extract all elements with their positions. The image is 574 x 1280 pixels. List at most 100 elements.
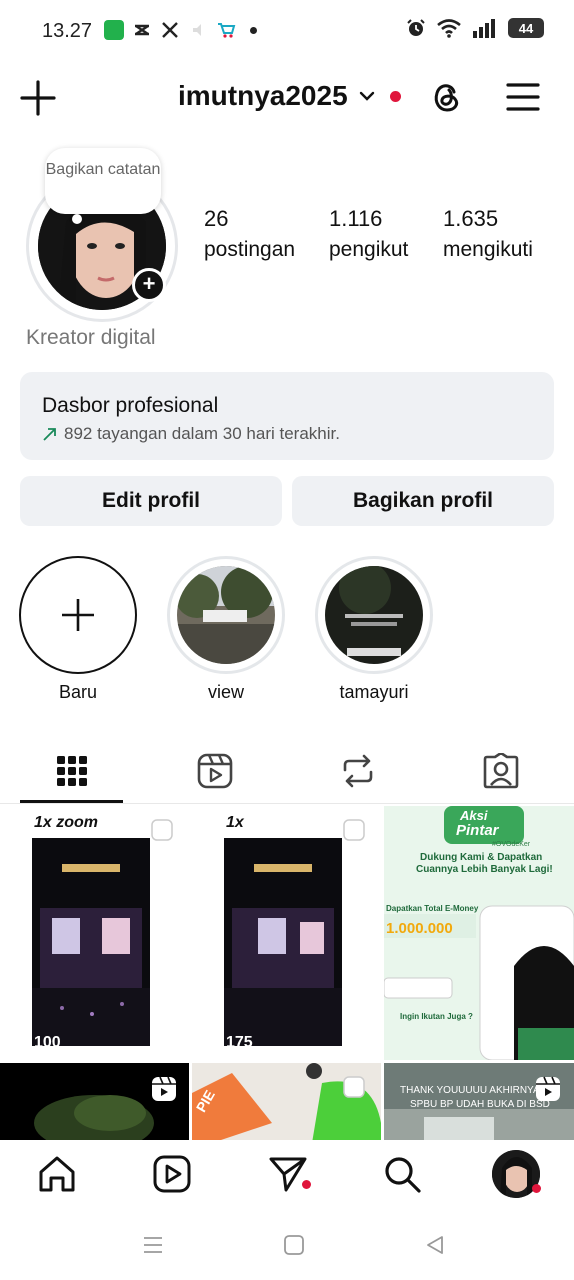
promo-prompt: Ingin Ikutan Juga ?	[400, 1012, 473, 1021]
battery-indicator: 44	[508, 18, 544, 38]
note-text: Bagikan catatan	[45, 161, 161, 178]
account-switcher[interactable]: imutnya2025	[178, 80, 401, 112]
stat-value: 26	[204, 206, 229, 231]
post-caption-1: THANK YOUUUUU AKHIRNYA	[400, 1085, 540, 1096]
tab-tagged[interactable]	[429, 738, 572, 804]
note-bubble[interactable]: Bagikan catatan	[45, 148, 161, 214]
plus-icon	[62, 599, 94, 631]
create-icon[interactable]	[20, 80, 56, 116]
promo-amount: 1.000.000	[386, 920, 453, 937]
edit-profile-button[interactable]: Edit profil	[20, 476, 282, 526]
stat-value: 1.635	[443, 206, 499, 231]
professional-dashboard[interactable]: Dasbor profesional 892 tayangan dalam 30…	[20, 372, 554, 460]
tab-reels[interactable]	[143, 738, 286, 804]
status-time: 13.27	[42, 20, 93, 42]
tagged-icon	[483, 753, 518, 789]
recent-apps-icon[interactable]	[142, 1234, 164, 1256]
system-icons: 44	[406, 18, 544, 38]
repost-icon	[343, 754, 372, 788]
post-tile[interactable]: 1x zoom 100	[0, 806, 189, 1060]
tab-reposts[interactable]	[286, 738, 429, 804]
tab-posts[interactable]	[0, 738, 143, 804]
reels-nav-icon[interactable]	[152, 1154, 192, 1194]
stat-label: mengikuti	[443, 238, 533, 261]
highlight-label: Baru	[58, 682, 98, 702]
dashboard-subtitle: 892 tayangan dalam 30 hari terakhir.	[64, 424, 340, 443]
carousel-icon	[343, 1076, 365, 1098]
profile-tabs	[0, 738, 574, 804]
highlight-new[interactable]: Baru	[18, 556, 138, 703]
hamburger-menu-icon[interactable]	[506, 80, 540, 114]
highlight-tamayuri[interactable]: tamayuri	[314, 556, 434, 703]
promo-label: Dapatkan Total E-Money	[386, 904, 479, 913]
messages-notification-dot	[302, 1180, 311, 1189]
highlight-cover-image	[325, 566, 423, 664]
highlight-view[interactable]: view	[166, 556, 286, 703]
highlight-cover	[325, 566, 423, 664]
stat-value: 1.116	[329, 206, 383, 231]
dashboard-title: Dasbor profesional	[42, 394, 219, 417]
home-button-icon[interactable]	[283, 1234, 305, 1256]
promo-headline-2: Cuannya Lebih Banyak Lagi!	[416, 864, 553, 875]
profile-header: imutnya2025	[0, 64, 574, 130]
promo-title-2: Pintar	[456, 822, 499, 839]
home-icon[interactable]	[37, 1154, 77, 1194]
post-tile[interactable]	[0, 1063, 189, 1140]
chevron-down-icon	[359, 91, 374, 101]
post-caption-2: SPBU BP UDAH BUKA DI BSD	[410, 1099, 550, 1110]
wifi-icon	[437, 19, 461, 38]
carousel-icon	[151, 819, 173, 841]
promo-title-1: Aksi	[460, 808, 488, 823]
highlight-cover-image	[177, 566, 275, 664]
highlight-label: view	[207, 682, 244, 702]
highlight-cover-ring	[167, 556, 285, 674]
post-tile[interactable]: Aksi Pintar #OVOdeKer Dukung Kami & Dapa…	[384, 806, 574, 1060]
sound-icon	[193, 24, 201, 36]
more-notifications-icon	[250, 26, 257, 34]
add-story-button[interactable]: +	[132, 268, 166, 302]
post-tile[interactable]: 1x 175	[192, 806, 381, 1060]
direct-messages-icon[interactable]	[268, 1154, 308, 1194]
post-tile[interactable]: PIE	[192, 1063, 381, 1140]
highlight-cover-ring	[315, 556, 433, 674]
threads-icon[interactable]	[428, 78, 464, 114]
stat-label: pengikut	[329, 238, 409, 261]
bottom-navigation	[0, 1140, 574, 1210]
notification-dot	[389, 90, 401, 102]
grid-icon	[56, 756, 87, 786]
post-view-count: 175	[226, 1034, 253, 1051]
posts-grid: 1x zoom 100 1x 175 Aksi Pintar #OVOdeKer…	[0, 806, 574, 1140]
stat-followers[interactable]: 1.116 pengikut	[329, 206, 408, 262]
search-icon[interactable]	[382, 1154, 422, 1194]
stat-following[interactable]: 1.635 mengikuti	[443, 206, 533, 262]
profile-notification-dot	[532, 1184, 541, 1193]
reels-icon	[197, 753, 232, 789]
stat-posts[interactable]: 26 postingan	[204, 206, 295, 262]
alarm-icon	[407, 19, 425, 36]
app-notification-icon	[104, 20, 124, 40]
notification-icons	[104, 20, 257, 40]
post-view-count: 100	[34, 1034, 61, 1051]
highlight-label: tamayuri	[339, 682, 409, 702]
highlight-cover	[177, 566, 275, 664]
system-navigation-bar	[0, 1214, 574, 1280]
capcut-icon	[135, 24, 149, 36]
share-profile-button[interactable]: Bagikan profil	[292, 476, 554, 526]
post-overlay-text: 1x	[226, 814, 244, 831]
concert-photo	[224, 838, 342, 1046]
promo-headline: Dukung Kami & Dapatkan	[420, 852, 543, 863]
reel-badge-icon	[152, 1076, 176, 1101]
trend-up-icon	[43, 428, 56, 441]
dashboard-subtitle-row: 892 tayangan dalam 30 hari terakhir.	[42, 424, 340, 444]
username: imutnya2025	[178, 80, 348, 111]
reel-badge-icon	[536, 1076, 560, 1101]
signal-icon	[473, 19, 495, 38]
promo-tag: #OVOdeKer	[492, 841, 531, 848]
concert-photo	[32, 838, 150, 1046]
back-icon[interactable]	[424, 1234, 446, 1256]
stat-label: postingan	[204, 238, 296, 261]
note-bubble-tail	[72, 214, 82, 224]
x-icon	[162, 22, 178, 38]
post-tile[interactable]: THANK YOUUUUU AKHIRNYA SPBU BP UDAH BUKA…	[384, 1063, 574, 1140]
cart-icon	[218, 23, 236, 38]
